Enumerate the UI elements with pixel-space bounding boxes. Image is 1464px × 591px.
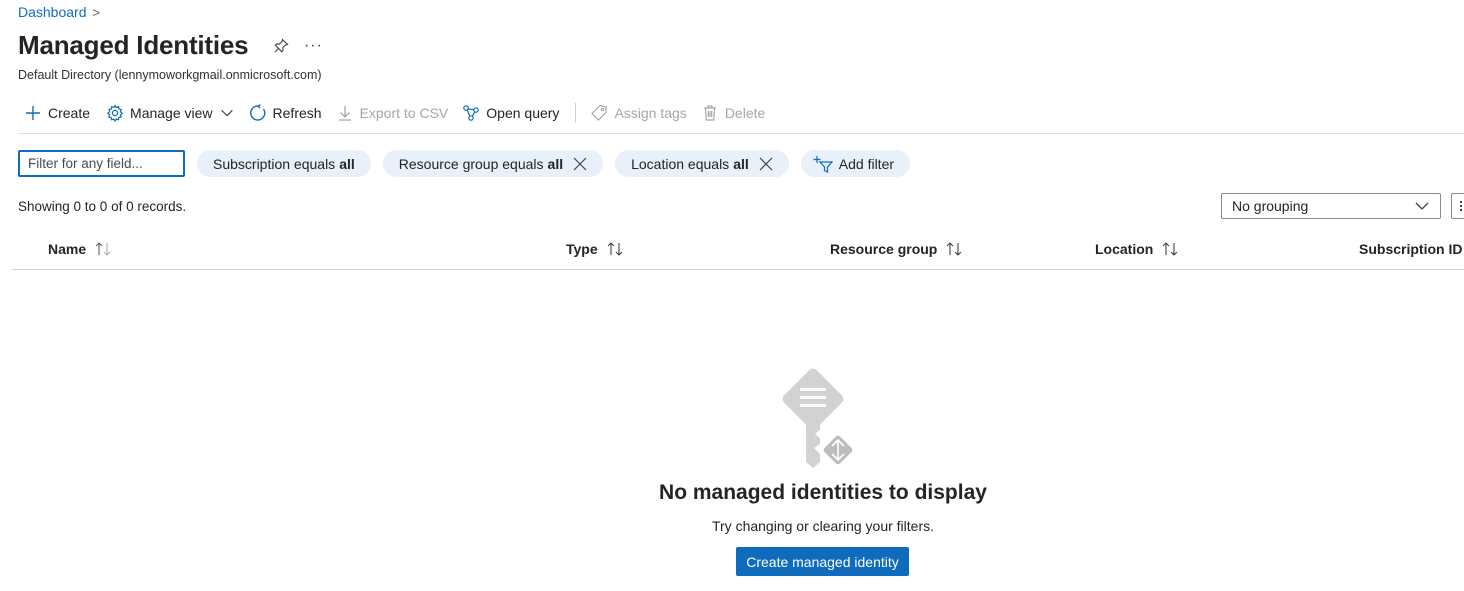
table-header: Name Type Resource group Location Subscr… <box>12 236 1464 270</box>
sort-icon <box>1162 242 1178 256</box>
column-header-resource-group[interactable]: Resource group <box>830 241 963 257</box>
grouping-dropdown[interactable]: No grouping <box>1221 193 1441 219</box>
assign-tags-button[interactable]: Assign tags <box>584 100 694 126</box>
toolbar-divider-line <box>18 133 1464 134</box>
add-filter-button[interactable]: Add filter <box>800 150 911 177</box>
assign-tags-label: Assign tags <box>614 105 687 121</box>
create-managed-identity-button[interactable]: Create managed identity <box>736 547 909 576</box>
column-header-label: Location <box>1095 241 1154 257</box>
grouping-selected: No grouping <box>1232 198 1309 214</box>
command-bar: Create Manage view Refresh Export to CSV… <box>18 100 1464 126</box>
delete-label: Delete <box>724 105 766 121</box>
filter-pill-label: Location equals <box>631 155 730 172</box>
sort-icon <box>607 242 623 256</box>
chevron-right-icon: > <box>92 4 101 20</box>
chevron-down-icon <box>220 109 233 117</box>
filter-pill-label: Resource group equals <box>398 155 544 172</box>
export-csv-label: Export to CSV <box>359 105 449 121</box>
list-view-button[interactable] <box>1451 193 1464 219</box>
sort-icon <box>946 242 962 256</box>
empty-state-subtitle: Try changing or clearing your filters. <box>711 518 935 534</box>
empty-state-title: No managed identities to display <box>659 481 987 504</box>
add-filter-icon <box>813 155 833 173</box>
filter-pill-resource-group[interactable]: Resource group equals all <box>382 150 604 177</box>
page-title: Managed Identities <box>18 30 249 60</box>
breadcrumb-link-dashboard[interactable]: Dashboard <box>18 4 87 20</box>
breadcrumb: Dashboard > <box>18 4 100 20</box>
toolbar-divider <box>575 103 577 123</box>
close-icon[interactable] <box>573 157 587 171</box>
gear-icon <box>106 104 124 122</box>
plus-icon <box>26 106 40 120</box>
add-filter-label: Add filter <box>838 155 895 172</box>
trash-icon <box>703 105 716 121</box>
tag-icon <box>591 104 608 121</box>
title-row: Managed Identities ··· <box>18 30 324 61</box>
column-header-type[interactable]: Type <box>566 241 624 257</box>
managed-identity-key-icon <box>782 368 857 469</box>
directory-subtitle: Default Directory (lennymoworkgmail.onmi… <box>18 68 322 82</box>
export-csv-button[interactable]: Export to CSV <box>330 100 457 126</box>
filter-pill-value: all <box>733 155 749 172</box>
manage-view-button[interactable]: Manage view <box>100 100 243 126</box>
create-label: Create <box>48 105 91 121</box>
open-query-label: Open query <box>486 105 560 121</box>
close-icon[interactable] <box>759 157 773 171</box>
filter-pill-subscription[interactable]: Subscription equals all <box>197 150 371 177</box>
delete-button[interactable]: Delete <box>695 100 773 126</box>
pin-icon[interactable] <box>270 35 292 57</box>
download-icon <box>338 106 351 121</box>
filter-pill-value: all <box>339 155 355 172</box>
manage-view-label: Manage view <box>130 105 213 121</box>
column-header-label: Type <box>566 241 598 257</box>
chevron-down-icon <box>1415 202 1429 210</box>
column-header-location[interactable]: Location <box>1095 241 1179 257</box>
column-header-label: Name <box>48 241 87 257</box>
refresh-label: Refresh <box>272 105 322 121</box>
filter-pill-value: all <box>547 155 564 172</box>
column-header-name[interactable]: Name <box>48 241 112 257</box>
query-icon <box>463 105 480 121</box>
column-header-label: Resource group <box>830 241 938 257</box>
records-count: Showing 0 to 0 of 0 records. <box>18 199 187 214</box>
filter-input[interactable] <box>18 150 185 177</box>
filter-row: Subscription equals all Resource group e… <box>18 150 911 177</box>
list-icon <box>1460 201 1462 211</box>
column-header-subscription-id[interactable]: Subscription ID <box>1359 241 1462 257</box>
more-options-icon[interactable]: ··· <box>302 35 324 57</box>
filter-pill-label: Subscription equals <box>213 155 336 172</box>
filter-pill-location[interactable]: Location equals all <box>615 150 789 177</box>
column-header-label: Subscription ID <box>1359 241 1463 257</box>
sort-icon <box>95 242 111 256</box>
refresh-button[interactable]: Refresh <box>243 100 330 126</box>
create-button[interactable]: Create <box>18 100 98 126</box>
refresh-icon <box>249 104 265 121</box>
open-query-button[interactable]: Open query <box>456 100 567 126</box>
